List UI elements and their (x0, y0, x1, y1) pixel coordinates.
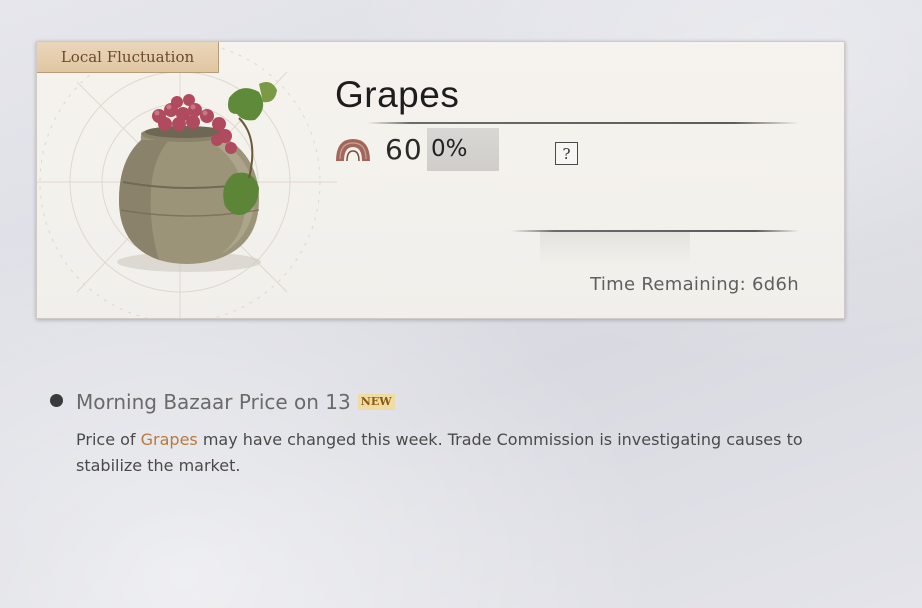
item-price: 60 (385, 133, 423, 166)
bullet-icon (50, 394, 63, 407)
divider-top (367, 122, 799, 124)
price-change-percent: 0% (431, 136, 468, 162)
help-label: ? (562, 144, 571, 163)
news-body-prefix: Price of (76, 430, 141, 449)
tag-label: Local Fluctuation (60, 48, 195, 66)
news-body-item-link[interactable]: Grapes (141, 430, 198, 449)
news-title: Morning Bazaar Price on 13 (76, 390, 351, 414)
time-remaining: Time Remaining: 6d6h (590, 274, 799, 295)
help-button[interactable]: ? (555, 142, 578, 165)
grape-jar-icon (117, 82, 277, 272)
news-title-row: Morning Bazaar Price on 13 NEW (76, 390, 395, 414)
item-name: Grapes (335, 74, 460, 115)
coin-icon (336, 139, 370, 162)
local-fluctuation-tag: Local Fluctuation (37, 42, 219, 73)
news-body: Price of Grapes may have changed this we… (76, 427, 816, 479)
screen: Local Fluctuation Grapes 60 0% ? Time Re… (0, 0, 922, 608)
new-badge: NEW (357, 394, 395, 410)
faded-panel (540, 232, 690, 266)
trade-item-card[interactable]: Local Fluctuation Grapes 60 0% ? Time Re… (36, 41, 845, 319)
